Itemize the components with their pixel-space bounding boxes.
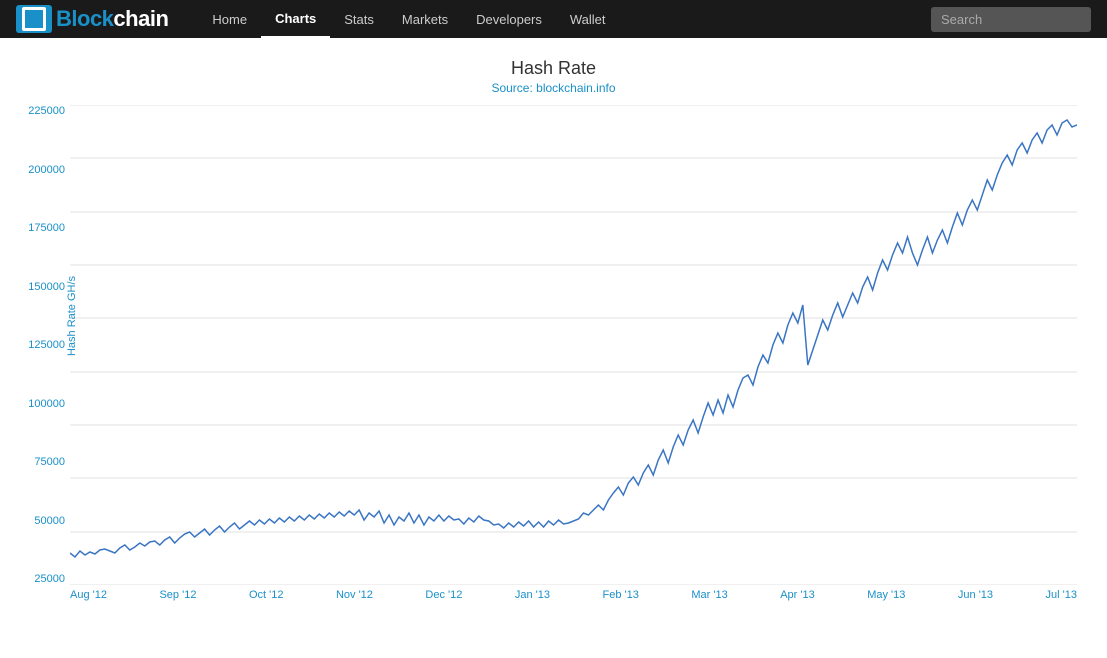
nav-stats[interactable]: Stats xyxy=(330,0,388,38)
chart-wrapper: Hash Rate GH/s 225000 200000 175000 1500… xyxy=(70,105,1077,635)
x-label-may13: May '13 xyxy=(867,589,905,611)
logo: Blockchain xyxy=(16,5,168,33)
x-label-sep12: Sep '12 xyxy=(159,589,196,611)
y-label-225000: 225000 xyxy=(15,105,65,117)
x-label-oct12: Oct '12 xyxy=(249,589,284,611)
nav-markets[interactable]: Markets xyxy=(388,0,462,38)
x-label-aug12: Aug '12 xyxy=(70,589,107,611)
y-label-75000: 75000 xyxy=(15,456,65,468)
x-labels: Aug '12 Sep '12 Oct '12 Nov '12 Dec '12 … xyxy=(70,585,1077,615)
x-label-jan13: Jan '13 xyxy=(515,589,550,611)
logo-blue: Block xyxy=(56,6,113,31)
x-label-jun13: Jun '13 xyxy=(958,589,993,611)
y-label-175000: 175000 xyxy=(15,222,65,234)
nav-home[interactable]: Home xyxy=(198,0,261,38)
nav-developers[interactable]: Developers xyxy=(462,0,556,38)
chart-svg xyxy=(70,105,1077,585)
x-label-jul13: Jul '13 xyxy=(1046,589,1077,611)
chart-container: Hash Rate Source: blockchain.info Hash R… xyxy=(0,38,1107,658)
y-label-50000: 50000 xyxy=(15,515,65,527)
x-label-feb13: Feb '13 xyxy=(603,589,639,611)
chart-subtitle: Source: blockchain.info xyxy=(10,81,1097,95)
y-axis-label: Hash Rate GH/s xyxy=(66,256,78,376)
logo-icon xyxy=(16,5,52,33)
logo-text: Blockchain xyxy=(56,6,168,32)
chart-title: Hash Rate xyxy=(10,58,1097,79)
y-label-150000: 150000 xyxy=(15,281,65,293)
y-label-100000: 100000 xyxy=(15,398,65,410)
x-label-apr13: Apr '13 xyxy=(780,589,815,611)
y-label-25000: 25000 xyxy=(15,573,65,585)
nav-charts[interactable]: Charts xyxy=(261,0,330,38)
nav-wallet[interactable]: Wallet xyxy=(556,0,620,38)
y-label-125000: 125000 xyxy=(15,339,65,351)
x-label-nov12: Nov '12 xyxy=(336,589,373,611)
header: Blockchain Home Charts Stats Markets Dev… xyxy=(0,0,1107,38)
y-label-200000: 200000 xyxy=(15,164,65,176)
x-label-mar13: Mar '13 xyxy=(691,589,727,611)
y-labels: 225000 200000 175000 150000 125000 10000… xyxy=(15,105,65,585)
main-nav: Home Charts Stats Markets Developers Wal… xyxy=(198,0,931,38)
search-area xyxy=(931,7,1091,32)
x-label-dec12: Dec '12 xyxy=(425,589,462,611)
search-input[interactable] xyxy=(931,7,1091,32)
